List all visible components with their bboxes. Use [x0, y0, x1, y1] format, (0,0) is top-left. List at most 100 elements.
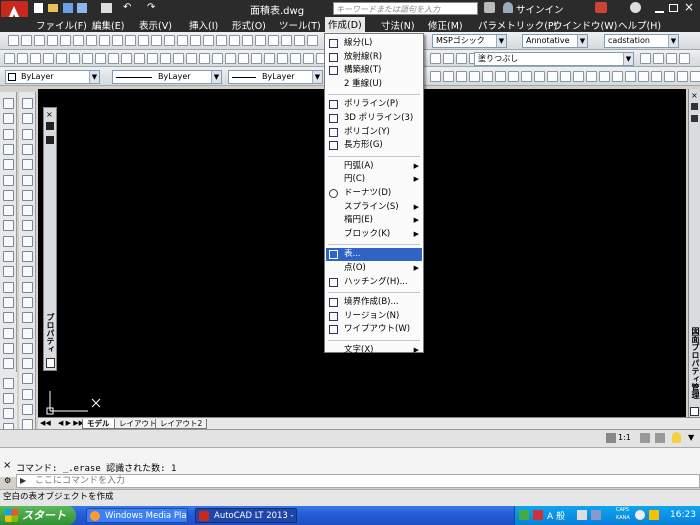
ime-indicator[interactable]: A 般	[547, 509, 565, 522]
drawtool-icon-17[interactable]	[22, 358, 33, 370]
tray-ime-icon[interactable]	[533, 510, 543, 520]
prop-icon-2[interactable]	[456, 71, 467, 82]
tab-nav-first-icon[interactable]: ◀◀	[40, 419, 51, 427]
draw-icon-29[interactable]	[640, 53, 651, 64]
exchange-icon[interactable]	[595, 2, 607, 13]
draw-icon-13[interactable]	[173, 53, 184, 64]
modify-icon-9[interactable]	[3, 235, 14, 247]
draw-menu-item-18[interactable]: 点(O) ▶	[326, 262, 422, 275]
draw-menu-item-23[interactable]: ワイプアウト(W)	[326, 323, 422, 336]
tab-model[interactable]: モデル	[82, 419, 115, 429]
draw-icon-26[interactable]	[443, 53, 454, 64]
std-icon-19[interactable]	[255, 35, 266, 46]
draw-icon-16[interactable]	[212, 53, 223, 64]
auto-scale-icon[interactable]	[655, 433, 665, 443]
prop-icon-9[interactable]	[547, 71, 558, 82]
draw-icon-4[interactable]	[56, 53, 67, 64]
modify-icon-12[interactable]	[3, 281, 14, 293]
prop-icon-7[interactable]	[521, 71, 532, 82]
prop-icon-6[interactable]	[508, 71, 519, 82]
drawtool-icon-2[interactable]	[22, 128, 33, 140]
drawtool-icon-11[interactable]	[22, 266, 33, 278]
minimize-icon[interactable]	[655, 11, 664, 13]
new-icon[interactable]	[34, 3, 43, 13]
status-menu-icon[interactable]: ▼	[688, 433, 694, 442]
menu-item-7[interactable]: 寸法(N)	[381, 18, 415, 32]
drawtool-icon-9[interactable]	[22, 235, 33, 247]
save-icon[interactable]	[63, 3, 73, 13]
draw-icon-10[interactable]	[134, 53, 145, 64]
std-icon-12[interactable]	[164, 35, 175, 46]
modify-icon-7[interactable]	[3, 205, 14, 217]
open-icon[interactable]	[48, 4, 58, 12]
menu-item-11[interactable]: ヘルプ(H)	[618, 18, 661, 32]
draw-menu-item-8[interactable]: 長方形(G)	[326, 139, 422, 152]
text-icon-2[interactable]	[3, 408, 14, 419]
modify-icon-3[interactable]	[3, 143, 14, 155]
draw-icon-8[interactable]	[108, 53, 119, 64]
drawtool-icon-12[interactable]	[22, 281, 33, 293]
prop-icon-0[interactable]	[430, 71, 441, 82]
draw-icon-5[interactable]	[69, 53, 80, 64]
lineweight-combo[interactable]: ByLayer ▼	[228, 70, 323, 84]
signin-label[interactable]: サインイン	[516, 2, 564, 16]
draw-icon-12[interactable]	[160, 53, 171, 64]
drawtool-icon-3[interactable]	[22, 143, 33, 155]
draw-icon-17[interactable]	[225, 53, 236, 64]
draw-menu-item-2[interactable]: 構築線(T)	[326, 64, 422, 77]
draw-icon-23[interactable]	[303, 53, 314, 64]
prop-icon-8[interactable]	[534, 71, 545, 82]
tray-icon-b[interactable]	[591, 510, 601, 520]
draw-menu-item-3[interactable]: 2 重線(U)	[326, 78, 422, 91]
draw-icon-20[interactable]	[264, 53, 275, 64]
annotative-combo[interactable]: Annotative ▼	[522, 34, 588, 48]
drawtool-icon-20[interactable]	[22, 404, 33, 415]
drawtool-icon-6[interactable]	[22, 189, 33, 201]
help-icon[interactable]	[630, 2, 641, 13]
draw-icon-0[interactable]	[4, 53, 15, 64]
right-palette-close-icon[interactable]: ×	[691, 91, 698, 100]
prop-icon-5[interactable]	[495, 71, 506, 82]
draw-icon-9[interactable]	[121, 53, 132, 64]
command-close-icon[interactable]: ×	[3, 460, 11, 471]
undo-icon[interactable]: ↶	[123, 2, 131, 13]
prop-icon-15[interactable]	[625, 71, 636, 82]
prop-icon-3[interactable]	[469, 71, 480, 82]
drawing-property-palette[interactable]: × 図面プロパティ管理	[688, 89, 700, 419]
std-icon-22[interactable]	[294, 35, 305, 46]
std-icon-4[interactable]	[60, 35, 71, 46]
tray-safety-icon[interactable]	[649, 510, 659, 520]
prop-icon-17[interactable]	[651, 71, 662, 82]
draw-menu-item-13[interactable]: スプライン(S) ▶	[326, 201, 422, 214]
clock[interactable]: 16:23	[670, 510, 696, 520]
draw-menu-item-14[interactable]: 楕円(E) ▶	[326, 214, 422, 227]
tab-layout2[interactable]: レイアウト2	[155, 419, 208, 429]
annotation-scale[interactable]: 1:1	[618, 433, 631, 442]
draw-icon-21[interactable]	[277, 53, 288, 64]
draw-icon-3[interactable]	[43, 53, 54, 64]
std-icon-9[interactable]	[125, 35, 136, 46]
std-icon-5[interactable]	[73, 35, 84, 46]
draw-menu-item-7[interactable]: ポリゴン(Y)	[326, 126, 422, 139]
drawtool-icon-7[interactable]	[22, 205, 33, 217]
draw-icon-14[interactable]	[186, 53, 197, 64]
prop-icon-14[interactable]	[612, 71, 623, 82]
right-palette-menu-icon[interactable]	[691, 115, 698, 122]
draw-menu-item-22[interactable]: リージョン(N)	[326, 310, 422, 323]
prop-icon-16[interactable]	[638, 71, 649, 82]
menu-item-9[interactable]: パラメトリック(P)	[478, 18, 557, 32]
draw-menu-item-21[interactable]: 境界作成(B)...	[326, 296, 422, 309]
std-icon-20[interactable]	[268, 35, 279, 46]
draw-icon-31[interactable]	[666, 53, 677, 64]
drawtool-icon-15[interactable]	[22, 327, 33, 339]
command-input[interactable]: ▶ ここにコマンドを入力	[16, 474, 700, 488]
palette-close-icon[interactable]: ×	[46, 110, 53, 119]
menu-item-3[interactable]: 挿入(I)	[189, 18, 218, 32]
menu-item-10[interactable]: ウインドウ(W)	[553, 18, 617, 32]
properties-palette[interactable]: × プロパティ	[43, 107, 57, 371]
tray-network-icon[interactable]	[519, 510, 529, 520]
draw-icon-25[interactable]	[430, 53, 441, 64]
std-icon-18[interactable]	[242, 35, 253, 46]
draw-icon-19[interactable]	[251, 53, 262, 64]
close-icon[interactable]: ×	[684, 0, 694, 14]
